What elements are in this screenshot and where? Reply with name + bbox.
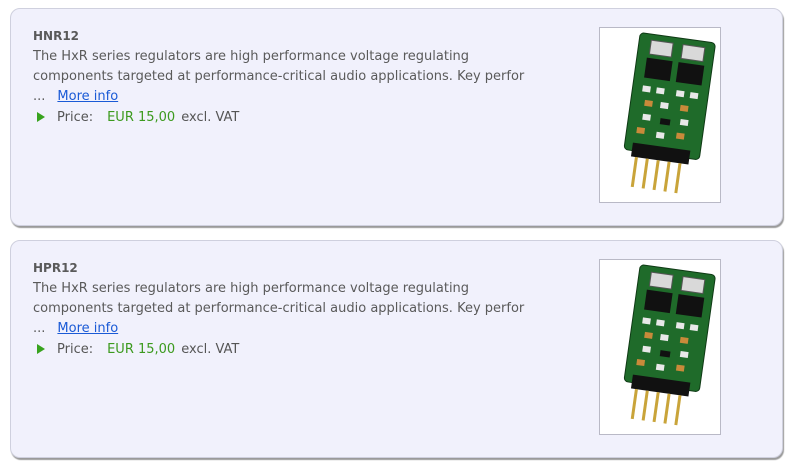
circuit-board-icon bbox=[623, 32, 716, 194]
price-label: Price: bbox=[57, 342, 94, 357]
price-row: Price: EUR 15,00 excl. VAT bbox=[37, 110, 239, 125]
product-card: HPR12 The HxR series regulators are high… bbox=[10, 240, 783, 458]
product-description: The HxR series regulators are high perfo… bbox=[33, 47, 553, 107]
more-info-link[interactable]: More info bbox=[57, 89, 118, 104]
price-label: Price: bbox=[57, 110, 94, 125]
circuit-board-icon bbox=[623, 264, 716, 426]
price-value: EUR 15,00 bbox=[107, 110, 176, 125]
play-arrow-icon bbox=[37, 112, 45, 122]
play-arrow-icon bbox=[37, 344, 45, 354]
price-row: Price: EUR 15,00 excl. VAT bbox=[37, 342, 239, 357]
price-suffix: excl. VAT bbox=[181, 342, 240, 357]
price-suffix: excl. VAT bbox=[181, 110, 240, 125]
product-title: HPR12 bbox=[33, 261, 78, 275]
product-image[interactable] bbox=[599, 27, 721, 203]
product-card: HNR12 The HxR series regulators are high… bbox=[10, 8, 783, 226]
price-value: EUR 15,00 bbox=[107, 342, 176, 357]
product-image[interactable] bbox=[599, 259, 721, 435]
more-info-link[interactable]: More info bbox=[57, 321, 118, 336]
product-title: HNR12 bbox=[33, 29, 80, 43]
product-description: The HxR series regulators are high perfo… bbox=[33, 279, 553, 339]
